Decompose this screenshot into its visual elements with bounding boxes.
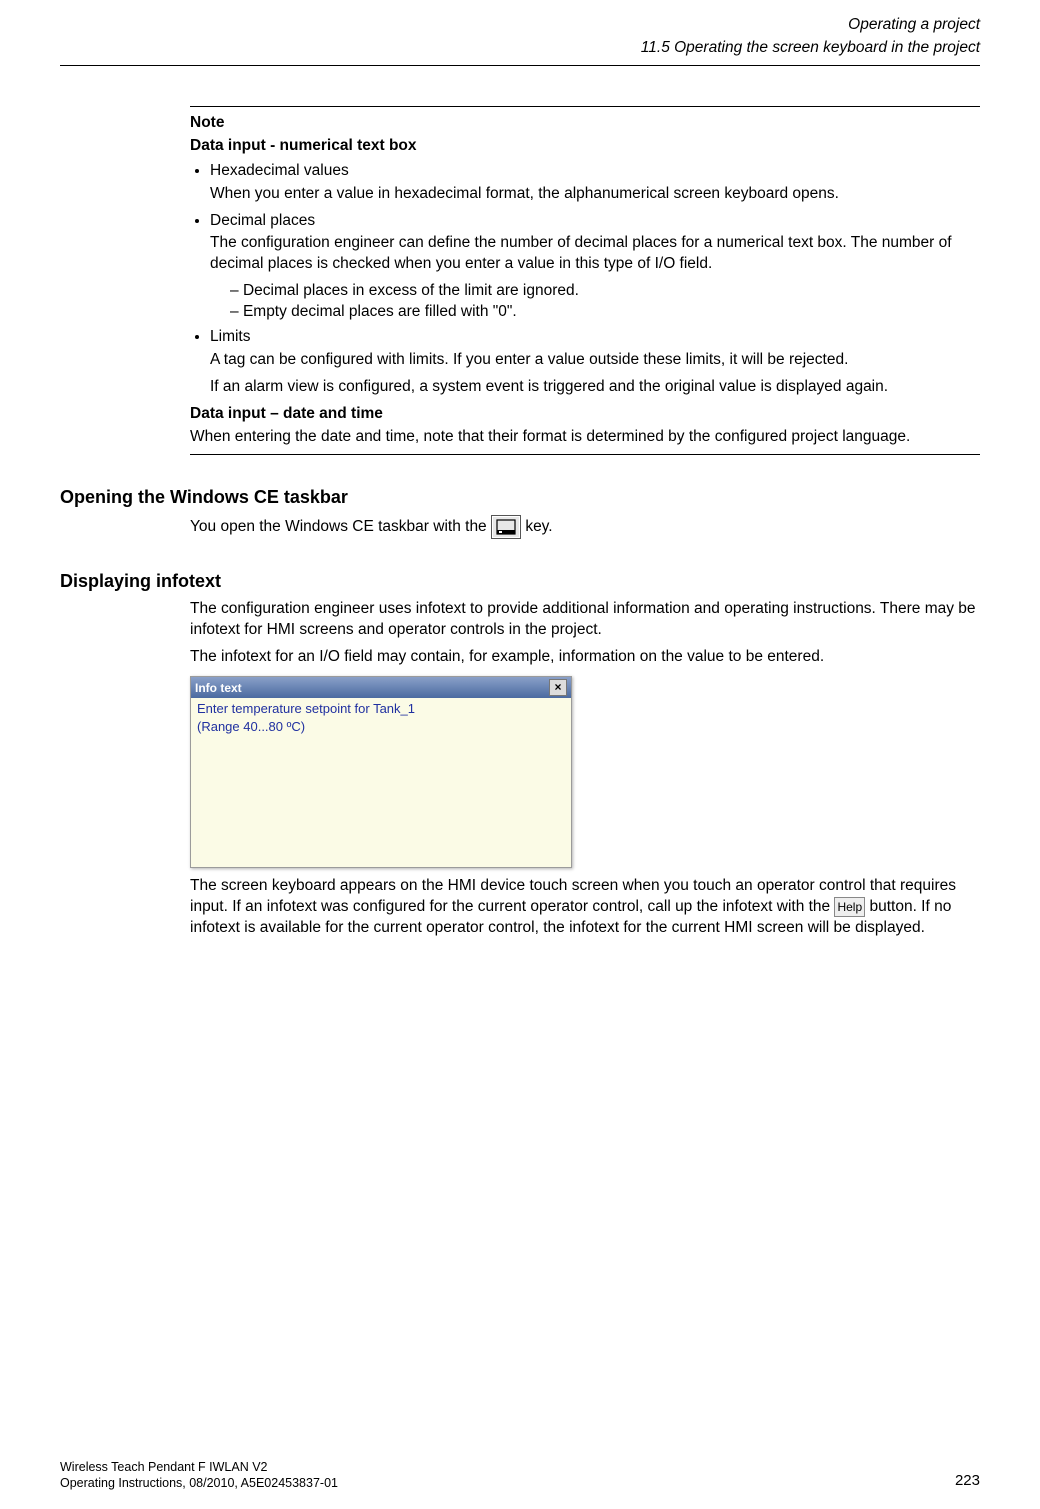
infotext-window: Info text × Enter temperature setpoint f… xyxy=(190,676,572,868)
dec-sub1: Decimal places in excess of the limit ar… xyxy=(230,281,980,302)
bullet-dec-title: Decimal places xyxy=(210,212,315,229)
note-bullet-list: Hexadecimal values When you enter a valu… xyxy=(190,161,980,398)
dec-sub2: Empty decimal places are filled with "0"… xyxy=(230,302,980,323)
page-footer: Wireless Teach Pendant F IWLAN V2 Operat… xyxy=(60,1459,980,1492)
dec-sublist: Decimal places in excess of the limit ar… xyxy=(210,281,980,323)
bullet-hex-text: When you enter a value in hexadecimal fo… xyxy=(210,184,980,205)
note-datetime-text: When entering the date and time, note th… xyxy=(190,427,980,448)
infotext-p1: The configuration engineer uses infotext… xyxy=(190,599,980,641)
page-number: 223 xyxy=(955,1471,980,1491)
running-head-chapter: Operating a project xyxy=(60,15,980,36)
note-rule-bottom xyxy=(190,454,980,455)
bullet-hex-title: Hexadecimal values xyxy=(210,162,349,179)
open-taskbar-text-post: key. xyxy=(525,518,552,535)
note-subheading-numerical: Data input - numerical text box xyxy=(190,136,980,157)
open-taskbar-para: You open the Windows CE taskbar with the… xyxy=(190,515,980,539)
running-head-section: 11.5 Operating the screen keyboard in th… xyxy=(60,38,980,66)
infotext-window-body: Enter temperature setpoint for Tank_1 (R… xyxy=(191,698,571,737)
bullet-limits-title: Limits xyxy=(210,328,250,345)
infotext-titlebar: Info text × xyxy=(191,677,571,698)
close-icon[interactable]: × xyxy=(549,679,567,696)
infotext-window-title: Info text xyxy=(195,680,242,696)
note-block: Note Data input - numerical text box Hex… xyxy=(190,106,980,455)
open-taskbar-text-pre: You open the Windows CE taskbar with the xyxy=(190,518,491,535)
infotext-p2: The infotext for an I/O field may contai… xyxy=(190,647,980,668)
infotext-p3: The screen keyboard appears on the HMI d… xyxy=(190,876,980,939)
note-label: Note xyxy=(190,113,980,134)
help-button[interactable]: Help xyxy=(834,897,865,917)
bullet-limits-text2: If an alarm view is configured, a system… xyxy=(210,377,980,398)
heading-open-taskbar: Opening the Windows CE taskbar xyxy=(60,485,980,509)
bullet-dec-text: The configuration engineer can define th… xyxy=(210,233,980,275)
footer-line1: Wireless Teach Pendant F IWLAN V2 xyxy=(60,1459,338,1475)
taskbar-key-icon xyxy=(491,515,521,539)
heading-infotext: Displaying infotext xyxy=(60,569,980,593)
note-rule-top xyxy=(190,106,980,107)
footer-line2: Operating Instructions, 08/2010, A5E0245… xyxy=(60,1475,338,1491)
bullet-limits-text1: A tag can be configured with limits. If … xyxy=(210,350,980,371)
note-subheading-datetime: Data input – date and time xyxy=(190,404,980,425)
